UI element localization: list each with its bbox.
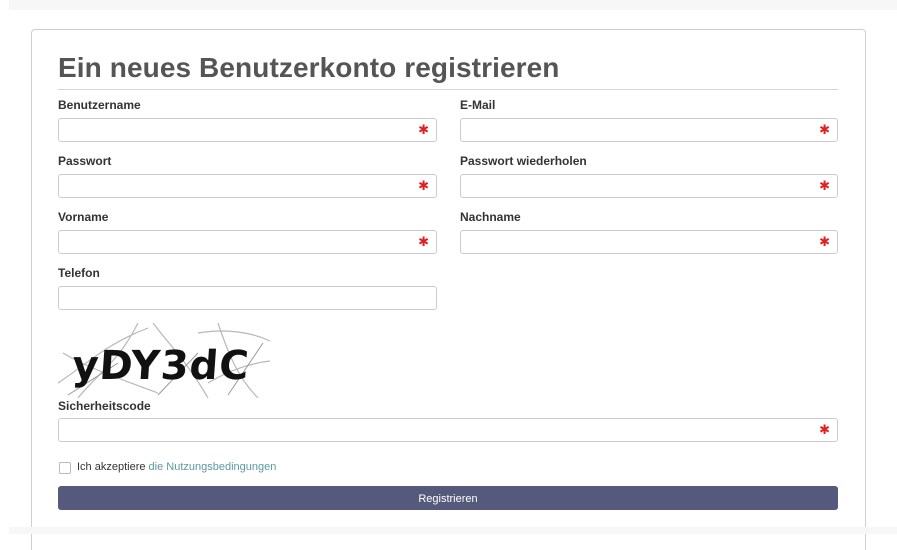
required-icon: ✱ [819,234,830,249]
username-label: Benutzername [58,98,141,112]
title-divider [58,89,838,90]
required-icon: ✱ [819,422,830,437]
captcha-image: yDY3dC [58,323,270,398]
bottom-band [9,527,897,534]
password-repeat-label: Passwort wiederholen [460,154,587,168]
terms-link[interactable]: die Nutzungsbedingungen [149,461,277,473]
firstname-field[interactable]: ✱ [58,230,437,254]
captcha-text: yDY3dC [71,343,251,389]
security-code-label: Sicherheitscode [58,399,151,413]
password-repeat-input[interactable] [461,175,837,197]
phone-input[interactable] [59,287,436,309]
required-icon: ✱ [819,178,830,193]
required-icon: ✱ [418,178,429,193]
username-input[interactable] [59,119,436,141]
email-label: E-Mail [460,98,496,112]
lastname-field[interactable]: ✱ [460,230,838,254]
required-icon: ✱ [418,122,429,137]
page-title: Ein neues Benutzerkonto registrieren [58,52,560,83]
top-band [9,0,897,10]
lastname-label: Nachname [460,210,521,224]
register-button[interactable]: Registrieren [58,486,838,510]
firstname-label: Vorname [58,210,109,224]
lastname-input[interactable] [461,231,837,253]
password-label: Passwort [58,154,112,168]
email-input[interactable] [461,119,837,141]
security-code-input[interactable] [59,419,837,441]
phone-field[interactable] [58,286,437,310]
password-input[interactable] [59,175,436,197]
required-icon: ✱ [819,122,830,137]
terms-checkbox[interactable] [59,462,71,474]
terms-prefix: Ich akzeptiere [77,461,146,473]
phone-label: Telefon [58,266,100,280]
firstname-input[interactable] [59,231,436,253]
username-field[interactable]: ✱ [58,118,437,142]
terms-text: Ich akzeptiere die Nutzungsbedingungen [77,461,276,473]
security-code-field[interactable]: ✱ [58,418,838,442]
password-field[interactable]: ✱ [58,174,437,198]
email-field[interactable]: ✱ [460,118,838,142]
password-repeat-field[interactable]: ✱ [460,174,838,198]
required-icon: ✱ [418,234,429,249]
